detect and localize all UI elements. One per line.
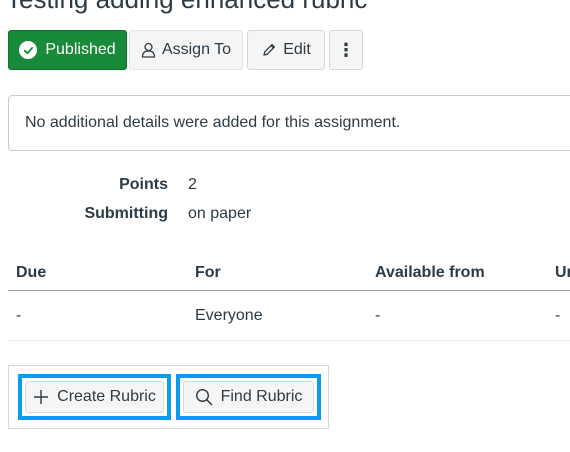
dates-table: Due For Available from Ur - Everyone - - [8,258,570,341]
for-value: Everyone [195,307,263,324]
assign-to-button[interactable]: Assign To [129,30,243,70]
kebab-menu-icon: ⋮ [337,39,355,60]
column-header-for: For [195,264,221,281]
rubric-actions: Create Rubric Find Rubric [8,365,329,429]
more-options-button[interactable]: ⋮ [329,30,363,70]
find-rubric-button[interactable]: Find Rubric [183,381,314,413]
pencil-icon [261,42,277,58]
submitting-label: Submitting [84,205,168,222]
assign-to-label: Assign To [161,41,232,58]
until-value: - [555,307,561,324]
assignment-toolbar: Published Assign To Edit ⋮ [8,30,368,70]
find-rubric-label: Find Rubric [220,388,303,405]
table-header-row: Due For Available from Ur [8,258,570,291]
page-title: Testing adding enhanced rubric [6,0,367,15]
column-header-due: Due [16,264,47,281]
column-header-until: Ur [555,264,570,281]
due-value: - [16,307,22,324]
assignment-details: No additional details were added for thi… [8,95,570,151]
edit-button[interactable]: Edit [247,30,325,70]
create-rubric-label: Create Rubric [57,388,156,405]
create-rubric-focus-outline: Create Rubric [18,374,171,420]
table-row: - Everyone - - [8,291,570,341]
points-row: Points 2 [0,176,400,198]
column-header-available-from: Available from [375,264,485,281]
submitting-row: Submitting on paper [0,205,400,227]
plus-icon [33,389,49,405]
published-label: Published [45,41,116,58]
find-rubric-focus-outline: Find Rubric [176,374,321,420]
points-label: Points [119,176,168,193]
points-value: 2 [188,176,197,193]
submitting-value: on paper [188,205,252,222]
published-button[interactable]: Published [8,30,127,70]
details-text: No additional details were added for thi… [25,114,401,131]
user-icon [141,42,156,58]
create-rubric-button[interactable]: Create Rubric [25,381,164,413]
check-icon [19,41,38,59]
edit-label: Edit [283,41,311,58]
available-from-value: - [375,307,381,324]
search-icon [195,388,213,406]
